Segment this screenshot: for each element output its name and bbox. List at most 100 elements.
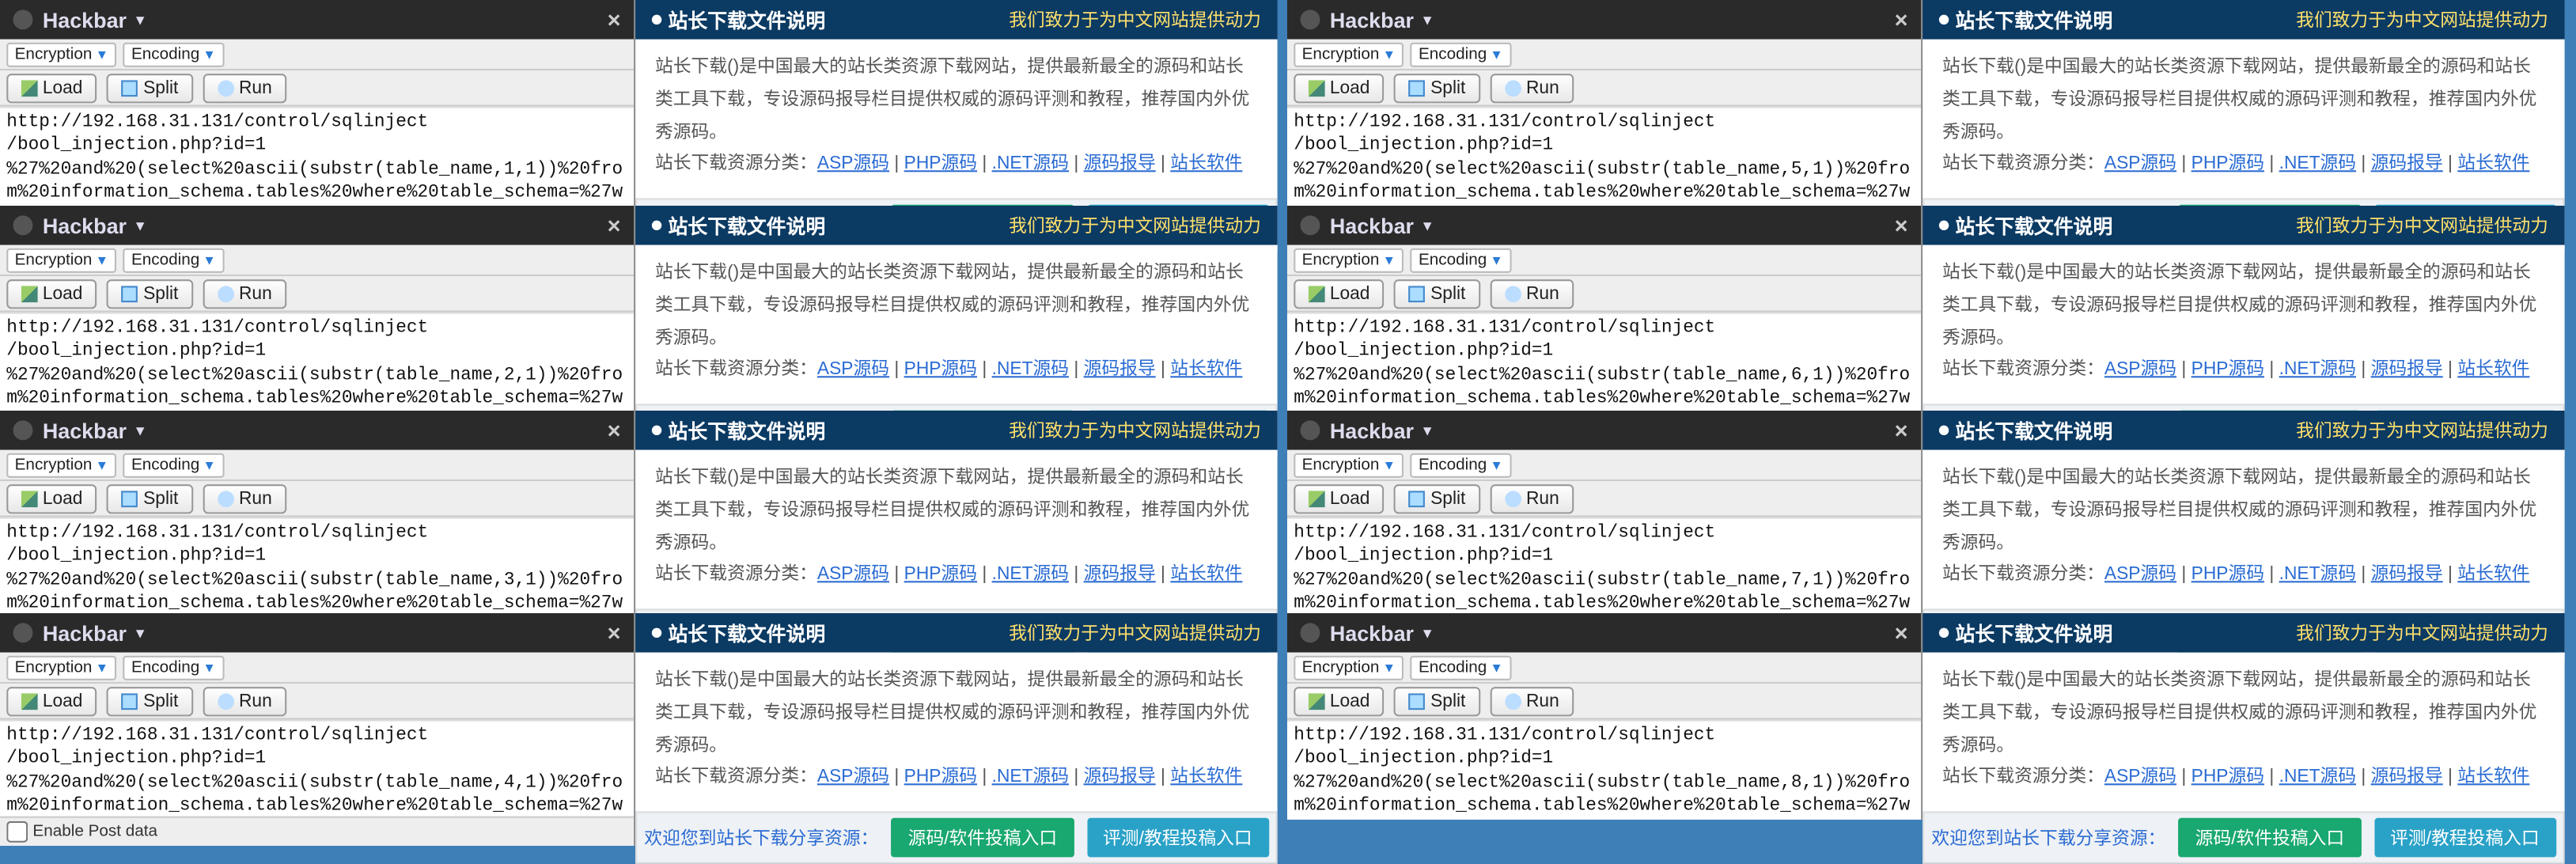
category-link[interactable]: ASP源码: [817, 360, 889, 380]
category-link[interactable]: ASP源码: [2104, 360, 2176, 380]
category-link[interactable]: PHP源码: [2191, 565, 2264, 585]
encryption-dropdown[interactable]: Encryption▼: [1294, 42, 1404, 66]
chevron-down-icon[interactable]: ▾: [1423, 422, 1430, 440]
load-button[interactable]: Load: [6, 483, 97, 513]
encoding-dropdown[interactable]: Encoding▼: [123, 654, 225, 679]
category-link[interactable]: PHP源码: [904, 154, 977, 174]
load-button[interactable]: Load: [1294, 483, 1385, 513]
category-link[interactable]: 源码报导: [2371, 154, 2443, 174]
category-link[interactable]: .NET源码: [2279, 767, 2356, 787]
encryption-dropdown[interactable]: Encryption▼: [6, 42, 116, 66]
run-button[interactable]: Run: [203, 483, 286, 513]
category-link[interactable]: 源码报导: [1084, 767, 1156, 787]
chevron-down-icon[interactable]: ▾: [1423, 10, 1430, 28]
category-link[interactable]: 站长软件: [2457, 565, 2529, 585]
category-link[interactable]: 站长软件: [2457, 767, 2529, 787]
split-button[interactable]: Split: [108, 686, 193, 715]
category-link[interactable]: ASP源码: [817, 154, 889, 174]
encryption-dropdown[interactable]: Encryption▼: [6, 654, 116, 679]
split-button[interactable]: Split: [1395, 279, 1480, 308]
split-button[interactable]: Split: [108, 73, 193, 102]
close-icon[interactable]: ×: [608, 417, 621, 443]
close-icon[interactable]: ×: [608, 6, 621, 32]
tutorial-submit-button[interactable]: 评测/教程投稿入口: [2373, 818, 2555, 858]
chevron-down-icon[interactable]: ▾: [1423, 623, 1430, 642]
chevron-down-icon[interactable]: ▾: [136, 422, 143, 440]
category-link[interactable]: 站长软件: [2457, 360, 2529, 380]
category-link[interactable]: PHP源码: [2191, 360, 2264, 380]
close-icon[interactable]: ×: [1895, 417, 1908, 443]
category-link[interactable]: .NET源码: [2279, 154, 2356, 174]
url-input[interactable]: http://192.168.31.131/control/sqlinject …: [1287, 719, 1921, 819]
close-icon[interactable]: ×: [1895, 620, 1908, 646]
source-submit-button[interactable]: 源码/软件投稿入口: [2179, 818, 2361, 858]
category-link[interactable]: .NET源码: [992, 154, 1069, 174]
category-link[interactable]: 源码报导: [1084, 565, 1156, 585]
url-input[interactable]: http://192.168.31.131/control/sqlinject …: [1287, 107, 1921, 207]
url-input[interactable]: http://192.168.31.131/control/sqlinject …: [0, 719, 634, 816]
category-link[interactable]: 站长软件: [1170, 154, 1242, 174]
encryption-dropdown[interactable]: Encryption▼: [1294, 453, 1404, 477]
url-input[interactable]: http://192.168.31.131/control/sqlinject …: [1287, 312, 1921, 411]
url-input[interactable]: http://192.168.31.131/control/sqlinject …: [0, 312, 634, 411]
category-link[interactable]: 源码报导: [2371, 565, 2443, 585]
close-icon[interactable]: ×: [608, 620, 621, 646]
category-link[interactable]: 源码报导: [2371, 767, 2443, 787]
category-link[interactable]: PHP源码: [904, 767, 977, 787]
category-link[interactable]: PHP源码: [2191, 154, 2264, 174]
encoding-dropdown[interactable]: Encoding▼: [1411, 42, 1512, 66]
load-button[interactable]: Load: [1294, 686, 1385, 715]
encoding-dropdown[interactable]: Encoding▼: [1411, 654, 1512, 679]
load-button[interactable]: Load: [6, 686, 97, 715]
encoding-dropdown[interactable]: Encoding▼: [1411, 453, 1512, 477]
run-button[interactable]: Run: [1490, 279, 1574, 308]
encoding-dropdown[interactable]: Encoding▼: [123, 453, 225, 477]
category-link[interactable]: 站长软件: [2457, 154, 2529, 174]
category-link[interactable]: ASP源码: [2104, 767, 2176, 787]
encryption-dropdown[interactable]: Encryption▼: [1294, 654, 1404, 679]
category-link[interactable]: 源码报导: [2371, 360, 2443, 380]
load-button[interactable]: Load: [6, 73, 97, 102]
category-link[interactable]: 源码报导: [1084, 154, 1156, 174]
category-link[interactable]: ASP源码: [2104, 154, 2176, 174]
split-button[interactable]: Split: [1395, 686, 1480, 715]
split-button[interactable]: Split: [108, 279, 193, 308]
category-link[interactable]: .NET源码: [992, 360, 1069, 380]
load-button[interactable]: Load: [1294, 73, 1385, 102]
category-link[interactable]: ASP源码: [817, 565, 889, 585]
chevron-down-icon[interactable]: ▾: [136, 623, 143, 642]
split-button[interactable]: Split: [1395, 73, 1480, 102]
category-link[interactable]: 站长软件: [1170, 565, 1242, 585]
chevron-down-icon[interactable]: ▾: [136, 10, 143, 28]
split-button[interactable]: Split: [1395, 483, 1480, 513]
close-icon[interactable]: ×: [1895, 212, 1908, 238]
category-link[interactable]: PHP源码: [2191, 767, 2264, 787]
encryption-dropdown[interactable]: Encryption▼: [6, 247, 116, 271]
load-button[interactable]: Load: [6, 279, 97, 308]
run-button[interactable]: Run: [203, 686, 286, 715]
encryption-dropdown[interactable]: Encryption▼: [1294, 247, 1404, 271]
enable-post-data-checkbox[interactable]: [6, 820, 28, 842]
enable-post-data[interactable]: Enable Post data: [0, 816, 634, 845]
category-link[interactable]: 站长软件: [1170, 767, 1242, 787]
category-link[interactable]: .NET源码: [2279, 360, 2356, 380]
category-link[interactable]: ASP源码: [817, 767, 889, 787]
category-link[interactable]: PHP源码: [904, 360, 977, 380]
url-input[interactable]: http://192.168.31.131/control/sqlinject …: [0, 517, 634, 617]
run-button[interactable]: Run: [1490, 483, 1574, 513]
close-icon[interactable]: ×: [1895, 6, 1908, 32]
run-button[interactable]: Run: [203, 279, 286, 308]
category-link[interactable]: 源码报导: [1084, 360, 1156, 380]
chevron-down-icon[interactable]: ▾: [136, 216, 143, 234]
run-button[interactable]: Run: [1490, 686, 1574, 715]
url-input[interactable]: http://192.168.31.131/control/sqlinject …: [1287, 517, 1921, 617]
encryption-dropdown[interactable]: Encryption▼: [6, 453, 116, 477]
encoding-dropdown[interactable]: Encoding▼: [123, 42, 225, 66]
source-submit-button[interactable]: 源码/软件投稿入口: [892, 818, 1074, 858]
load-button[interactable]: Load: [1294, 279, 1385, 308]
category-link[interactable]: .NET源码: [2279, 565, 2356, 585]
encoding-dropdown[interactable]: Encoding▼: [1411, 247, 1512, 271]
run-button[interactable]: Run: [1490, 73, 1574, 102]
category-link[interactable]: PHP源码: [904, 565, 977, 585]
run-button[interactable]: Run: [203, 73, 286, 102]
